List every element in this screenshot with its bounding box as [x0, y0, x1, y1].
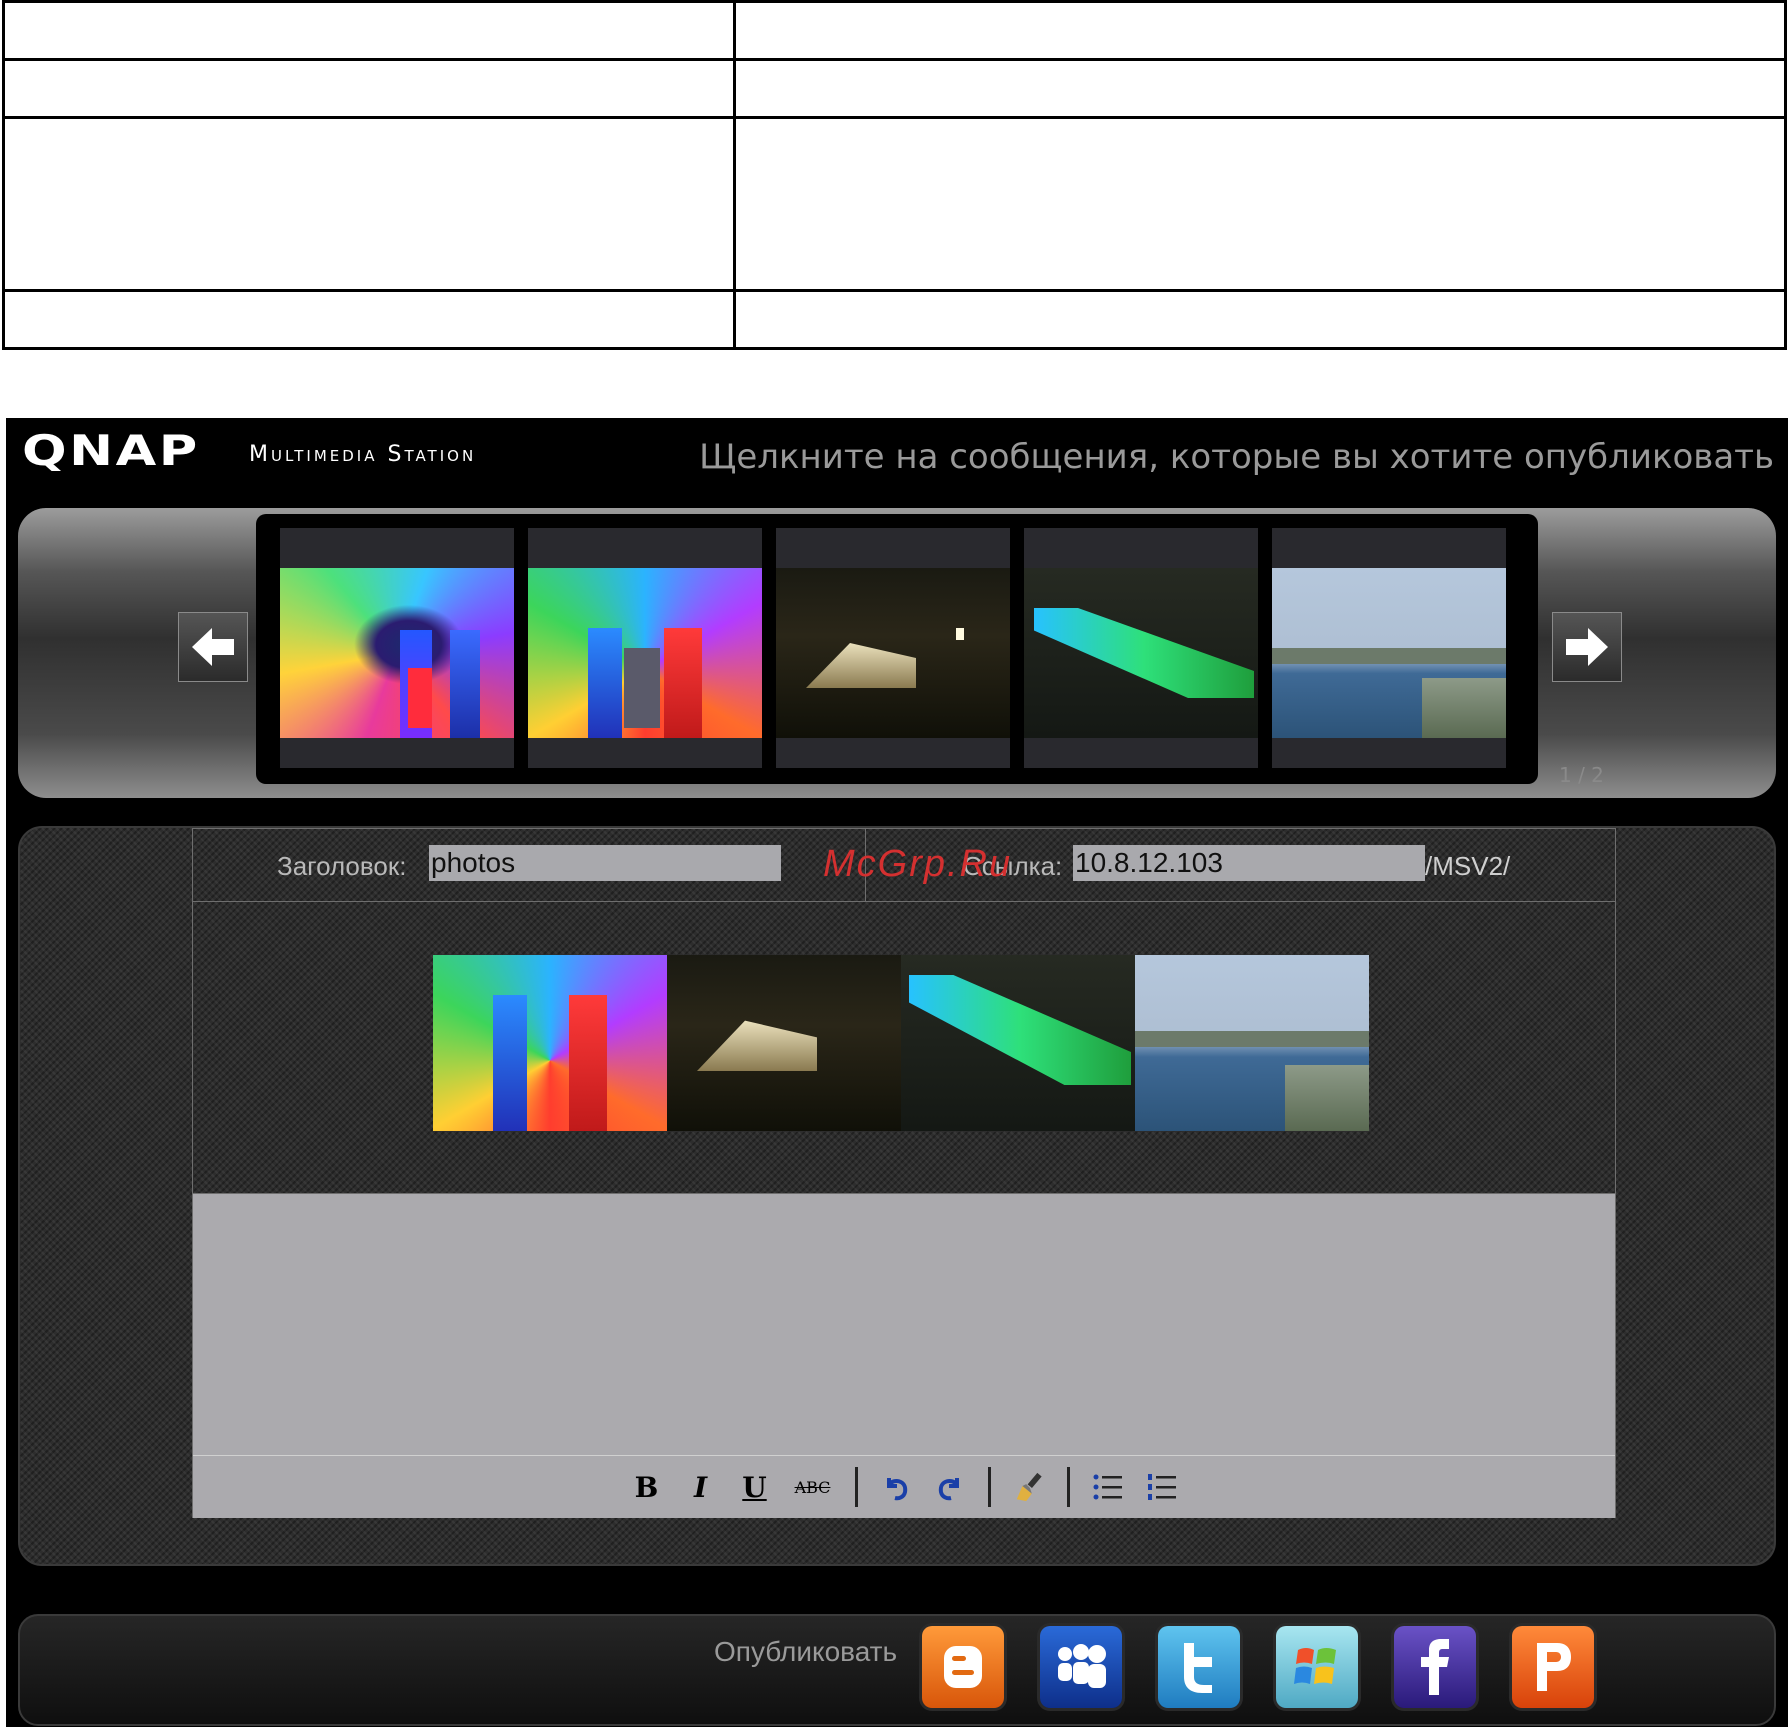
table-cell [733, 289, 1787, 350]
blogger-icon [944, 1646, 982, 1688]
bullet-list-icon [1093, 1474, 1122, 1500]
photo-riverside [1272, 568, 1506, 738]
facebook-button[interactable] [1394, 1626, 1476, 1708]
windows-live-button[interactable] [1276, 1626, 1358, 1708]
preview-photo[interactable] [901, 955, 1135, 1131]
redo-icon [938, 1478, 959, 1501]
numbered-list-button[interactable] [1146, 1467, 1178, 1507]
facebook-icon [1421, 1639, 1449, 1695]
preview-photo[interactable] [433, 955, 667, 1131]
post-form: Заголовок: photos Ссылка: 10.8.12.103 /M… [192, 828, 1616, 1518]
product-name: Multimedia Station [249, 442, 477, 467]
title-input[interactable]: photos [429, 845, 781, 881]
plurk-button[interactable] [1512, 1626, 1594, 1708]
toolbar-separator [1066, 1467, 1070, 1507]
qnap-logo: QNAP [22, 426, 200, 475]
strikethrough-button[interactable]: ABC [793, 1467, 833, 1507]
undo-icon [886, 1478, 907, 1501]
bold-button[interactable]: B [631, 1467, 663, 1507]
publish-bar: Опубликовать [18, 1614, 1776, 1726]
link-input[interactable]: 10.8.12.103 [1073, 845, 1425, 881]
thumbnail[interactable] [776, 528, 1010, 768]
document-table [2, 0, 1787, 350]
title-label: Заголовок: [277, 851, 407, 881]
formatting-toolbar: B I U ABC [193, 1455, 1615, 1518]
table-cell [733, 116, 1787, 292]
thumbnail[interactable] [528, 528, 762, 768]
preview-photo[interactable] [1135, 955, 1369, 1131]
field-row: Заголовок: photos Ссылка: 10.8.12.103 /M… [193, 829, 1615, 902]
right-arrow-icon [1566, 628, 1608, 666]
prev-page-button[interactable] [178, 612, 248, 682]
photo-dome-1 [280, 568, 514, 738]
numbered-list-icon [1147, 1474, 1176, 1500]
photo-carousel: 1 / 2 [18, 508, 1776, 798]
table-cell [2, 289, 736, 350]
bullet-list-button[interactable] [1092, 1467, 1124, 1507]
preview-photo[interactable] [667, 955, 901, 1131]
myspace-icon [1058, 1644, 1106, 1688]
toolbar-separator [854, 1467, 858, 1507]
thumbnail[interactable] [1024, 528, 1258, 768]
windows-icon [1294, 1648, 1336, 1684]
link-suffix: /MSV2/ [1425, 851, 1511, 881]
post-editor: Заголовок: photos Ссылка: 10.8.12.103 /M… [18, 826, 1776, 1566]
message-textarea[interactable] [193, 1193, 1615, 1456]
italic-button[interactable]: I [685, 1467, 717, 1507]
plurk-icon [1537, 1643, 1571, 1691]
underline-button[interactable]: U [739, 1467, 771, 1507]
table-cell [733, 0, 1787, 61]
app-window: QNAP Multimedia Station Щелкните на сооб… [6, 418, 1788, 1727]
left-arrow-icon [192, 628, 234, 666]
page-indicator: 1 / 2 [1559, 763, 1604, 787]
next-page-button[interactable] [1552, 612, 1622, 682]
thumbnail[interactable] [280, 528, 514, 768]
thumbnail-strip [256, 514, 1538, 784]
redo-button[interactable] [934, 1467, 966, 1507]
table-cell [2, 0, 736, 61]
table-cell [733, 58, 1787, 119]
blogger-button[interactable] [922, 1626, 1004, 1708]
thumbnail[interactable] [1272, 528, 1506, 768]
instruction-text: Щелкните на сообщения, которые вы хотите… [699, 437, 1774, 477]
selected-photos-preview [433, 955, 1369, 1131]
clean-format-button[interactable] [1013, 1467, 1045, 1507]
publish-label: Опубликовать [714, 1636, 898, 1667]
undo-button[interactable] [880, 1467, 912, 1507]
twitter-button[interactable] [1158, 1626, 1240, 1708]
table-cell [2, 58, 736, 119]
myspace-button[interactable] [1040, 1626, 1122, 1708]
brush-icon [1016, 1472, 1042, 1502]
photo-dome-2 [528, 568, 762, 738]
watermark: McGrp.Ru [823, 843, 1013, 885]
toolbar-separator [987, 1467, 991, 1507]
photo-night-tent [776, 568, 1010, 738]
photo-lit-pool [1024, 568, 1258, 738]
table-cell [2, 116, 736, 292]
twitter-icon [1184, 1643, 1212, 1693]
